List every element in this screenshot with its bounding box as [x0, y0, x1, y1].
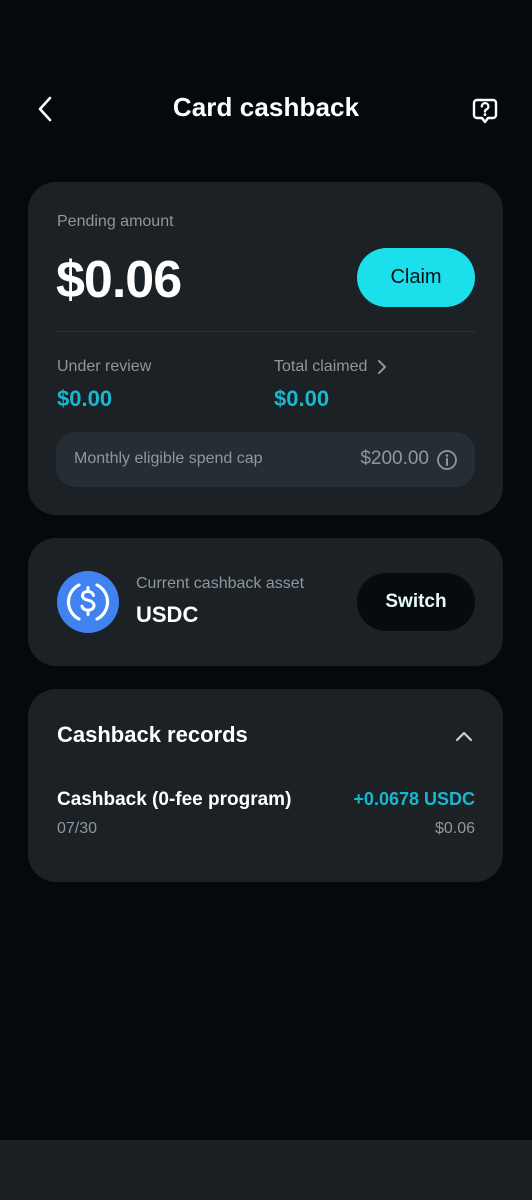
switch-button[interactable]: Switch — [357, 573, 475, 631]
collapse-button[interactable] — [449, 721, 479, 751]
pending-amount-value: $0.06 — [56, 251, 182, 309]
record-row[interactable]: Cashback (0-fee program) 07/30 +0.0678 U… — [57, 789, 475, 843]
record-name: Cashback (0-fee program) — [57, 789, 292, 810]
records-title: Cashback records — [57, 722, 248, 747]
record-fiat-value: $0.06 — [434, 820, 475, 837]
under-review-stat: Under review $0.00 — [57, 358, 151, 412]
page-title: Card cashback — [172, 92, 360, 122]
system-navigation-bar — [0, 1140, 532, 1200]
help-button[interactable] — [468, 94, 502, 128]
record-date: 07/30 — [57, 820, 98, 837]
under-review-label: Under review — [57, 358, 152, 375]
question-bubble-icon — [472, 98, 498, 124]
claim-button[interactable]: Claim — [357, 248, 475, 307]
pending-card: Pending amount $0.06 Claim Under review … — [28, 182, 503, 515]
total-claimed-label-row: Total claimed — [274, 358, 387, 376]
total-claimed-label: Total claimed — [274, 358, 368, 375]
header: Card cashback — [0, 78, 532, 140]
chevron-right-icon — [378, 360, 387, 374]
cashback-screen: Card cashback Pending amount $0.06 Claim… — [0, 0, 532, 1200]
spend-cap-row: Monthly eligible spend cap $200.00 — [56, 432, 475, 487]
cashback-asset-value: USDC — [136, 602, 199, 627]
pending-amount-label: Pending amount — [57, 213, 174, 230]
under-review-value: $0.00 — [57, 386, 113, 411]
total-claimed-link[interactable]: Total claimed $0.00 — [274, 358, 387, 412]
divider — [56, 331, 475, 332]
record-amount: +0.0678 USDC — [353, 789, 475, 809]
cashback-asset-card: Current cashback asset USDC Switch — [28, 538, 503, 666]
info-icon[interactable] — [436, 449, 458, 471]
total-claimed-value: $0.00 — [274, 386, 330, 411]
spend-cap-label: Monthly eligible spend cap — [74, 450, 263, 467]
chevron-up-icon — [455, 731, 473, 742]
cashback-asset-label: Current cashback asset — [136, 575, 305, 592]
spend-cap-value: $200.00 — [360, 448, 429, 469]
cashback-records-card: Cashback records Cashback (0-fee program… — [28, 689, 503, 882]
usdc-coin-icon — [57, 571, 119, 633]
